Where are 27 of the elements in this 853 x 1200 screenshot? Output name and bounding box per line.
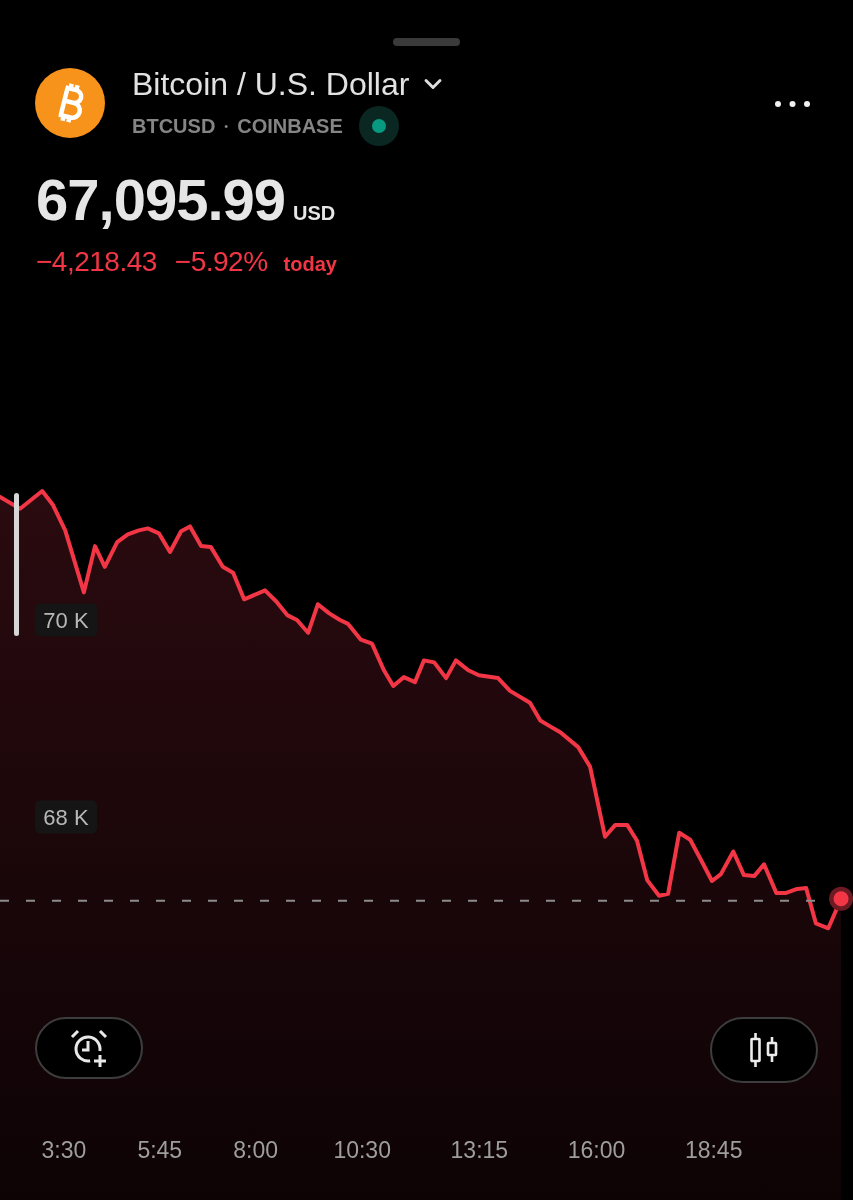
drag-handle[interactable]	[393, 38, 460, 46]
candlestick-icon	[749, 1032, 779, 1068]
price-scale-label: 70 K	[35, 603, 97, 637]
bitcoin-logo-icon	[35, 68, 105, 138]
y-tick-label: 70 K	[43, 608, 89, 633]
separator-dot: •	[224, 118, 229, 134]
time-label: 18:45	[684, 1137, 743, 1163]
period-label: today	[283, 252, 337, 277]
percent-change: −5.92%	[174, 246, 268, 278]
ticker-label: BTCUSD	[132, 114, 216, 139]
last-price-marker-icon	[829, 886, 853, 911]
price-scale-label: 68 K	[35, 800, 97, 834]
time-label: 10:30	[333, 1137, 391, 1163]
more-dots-icon	[774, 101, 810, 107]
price-change: −4,218.43	[36, 246, 157, 278]
time-label: 8:00	[233, 1137, 279, 1163]
symbol-selector[interactable]: Bitcoin / U.S. Dollar	[132, 68, 448, 100]
exchange-label: COINBASE	[237, 114, 343, 139]
price-value: 67,095.99	[36, 171, 286, 229]
alarm-clock-plus-icon	[69, 1028, 109, 1068]
currency-label: USD	[293, 201, 336, 226]
time-label: 5:45	[137, 1137, 183, 1163]
time-label: 13:15	[450, 1137, 509, 1163]
time-label: 3:30	[41, 1137, 87, 1163]
y-tick-label: 68 K	[43, 805, 89, 831]
chart-edge-handle[interactable]	[14, 493, 19, 636]
time-label: 16:00	[567, 1137, 626, 1163]
